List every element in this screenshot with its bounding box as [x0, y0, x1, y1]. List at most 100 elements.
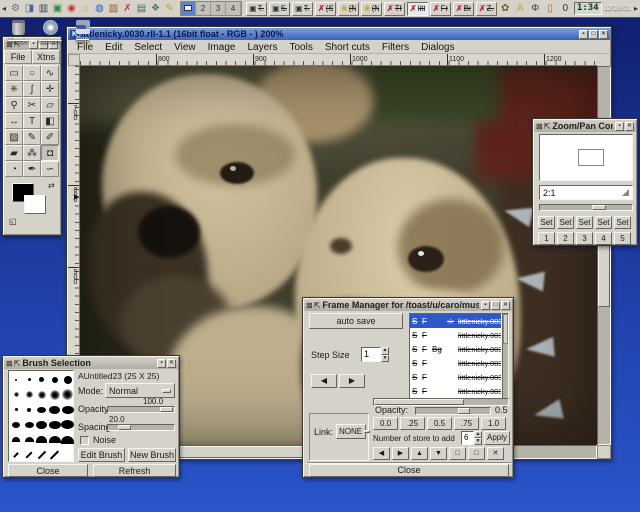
clone-tool[interactable]: ◘: [41, 145, 59, 161]
flip-tool[interactable]: ↔: [5, 113, 23, 129]
task-button[interactable]: ▣T...: [246, 2, 267, 16]
opacity-slider[interactable]: [415, 407, 491, 415]
brush-cell[interactable]: [23, 432, 36, 447]
frame-nav-button[interactable]: ▶: [392, 447, 409, 460]
zoom-preset-5[interactable]: 5: [614, 232, 631, 245]
pager-desktop-4[interactable]: 4: [226, 2, 241, 15]
bug-icon[interactable]: ✿: [499, 2, 512, 15]
brush-cell[interactable]: [10, 432, 23, 447]
brush-cell[interactable]: [48, 432, 61, 447]
close-button[interactable]: Close: [8, 464, 88, 477]
close-button[interactable]: ✕: [501, 301, 510, 310]
brush-cell[interactable]: [61, 432, 74, 447]
frame-step-button[interactable]: ◀: [311, 374, 337, 388]
set-button-4[interactable]: Set: [595, 216, 612, 229]
zoom-pan-titlebar[interactable]: ⊠⇱ Zoom/Pan Control ▪✕: [534, 120, 636, 132]
menu-select[interactable]: Select: [129, 42, 167, 53]
set-button-5[interactable]: Set: [614, 216, 631, 229]
refresh-button[interactable]: Refresh: [93, 464, 176, 477]
edit-brush-button[interactable]: Edit Brush: [78, 448, 125, 462]
window-list-icon[interactable]: ◨: [23, 2, 36, 15]
pager-desktop-1[interactable]: [181, 2, 196, 15]
frame-nav-button[interactable]: □: [468, 447, 485, 460]
task-button[interactable]: ✗Th...: [384, 2, 405, 16]
move-tool[interactable]: ✛: [41, 81, 59, 97]
paintbrush-tool[interactable]: ✐: [41, 129, 59, 145]
brush-cell[interactable]: [10, 372, 23, 387]
minimize-button[interactable]: ▪: [157, 359, 166, 368]
brush-cell[interactable]: [10, 447, 23, 462]
brush-cell[interactable]: [36, 447, 49, 462]
frame-row[interactable]: SF☆littlenicky.0030.rll: [410, 314, 501, 328]
pencil-tool[interactable]: ✎: [23, 129, 41, 145]
brush-cell[interactable]: [23, 387, 36, 402]
brush-cell[interactable]: [36, 372, 49, 387]
desktop-trash-icon[interactable]: Trash: [4, 20, 33, 45]
task-button[interactable]: ✗Br...: [453, 2, 474, 16]
menu-image[interactable]: Image: [203, 42, 241, 53]
maximize-button[interactable]: □: [589, 30, 598, 39]
store-count-input[interactable]: 6: [461, 431, 474, 445]
klipper-icon[interactable]: ▯: [544, 2, 557, 15]
opacity-preset-button[interactable]: 0.5: [427, 417, 452, 430]
frame-step-button[interactable]: ▶: [339, 374, 365, 388]
pin-icon[interactable]: ⇱: [544, 122, 551, 131]
konsole-icon[interactable]: ▥: [37, 2, 50, 15]
window-menu-icon[interactable]: ⊠: [306, 301, 313, 310]
zoom-preset-4[interactable]: 4: [595, 232, 612, 245]
eraser-tool[interactable]: ▰: [5, 145, 23, 161]
window-menu-icon[interactable]: ⊠: [6, 359, 13, 368]
slider-thumb[interactable]: [160, 407, 173, 412]
blur-tool[interactable]: ◔: [5, 161, 23, 177]
task-button[interactable]: ▣T...: [292, 2, 313, 16]
step-size-input[interactable]: 1: [361, 347, 381, 362]
opacity-preset-button[interactable]: 1.0: [481, 417, 506, 430]
cut-icon[interactable]: ✗: [121, 2, 134, 15]
ellipse-select-tool[interactable]: ○: [23, 65, 41, 81]
ink-tool[interactable]: ✒: [23, 161, 41, 177]
menu-view[interactable]: View: [169, 42, 201, 53]
help-icon[interactable]: ◉: [65, 2, 78, 15]
browser-icon[interactable]: ◍: [93, 2, 106, 15]
frame-nav-button[interactable]: □: [449, 447, 466, 460]
display-icon[interactable]: ▤: [135, 2, 148, 15]
brush-cell[interactable]: [10, 417, 23, 432]
brush-cell[interactable]: [48, 417, 61, 432]
zoom-preview[interactable]: [539, 134, 633, 181]
blend-tool[interactable]: ▨: [5, 129, 23, 145]
set-button-1[interactable]: Set: [538, 216, 555, 229]
slider-thumb[interactable]: [458, 408, 470, 414]
brush-cell[interactable]: [36, 387, 49, 402]
step-size-spinner[interactable]: ▲▼: [381, 347, 389, 362]
mode-option-menu[interactable]: Normal: [105, 383, 175, 398]
frame-row[interactable]: SFlittlenicky.0033.rll: [410, 356, 501, 370]
brush-cell[interactable]: [48, 447, 61, 462]
noise-checkbox[interactable]: [80, 436, 89, 445]
desktop-count[interactable]: 0: [559, 2, 572, 15]
frame-row[interactable]: SFlittlenicky.0031.rll: [410, 328, 501, 342]
smudge-tool[interactable]: ∽: [41, 161, 59, 177]
package-icon[interactable]: ▧: [107, 2, 120, 15]
frame-nav-button[interactable]: ▲: [411, 447, 428, 460]
slider-thumb[interactable]: [592, 205, 606, 210]
minimize-button[interactable]: ▪: [579, 30, 588, 39]
frame-row[interactable]: SFBglittlenicky.0032.rll: [410, 342, 501, 356]
task-button[interactable]: ✗Z...: [476, 2, 497, 16]
zoom-preset-3[interactable]: 3: [576, 232, 593, 245]
menu-edit[interactable]: Edit: [100, 42, 127, 53]
maximize-button[interactable]: □: [491, 301, 500, 310]
close-button[interactable]: ✕: [167, 359, 176, 368]
terminal-icon[interactable]: ▣: [51, 2, 64, 15]
brush-cell[interactable]: [48, 402, 61, 417]
opacity-preset-button[interactable]: .25: [400, 417, 425, 430]
frame-manager-titlebar[interactable]: ⊠⇱ Frame Manager for /toast/u/caro/muse/…: [304, 299, 512, 311]
brush-cell[interactable]: [23, 417, 36, 432]
brush-opacity-slider[interactable]: [107, 406, 175, 413]
task-button[interactable]: ✗Fr...: [430, 2, 451, 16]
pin-icon[interactable]: ⇱: [14, 359, 21, 368]
brush-cell[interactable]: [61, 372, 74, 387]
image-window-titlebar[interactable]: K littlenicky.0030.rll-1.1 (16bit float …: [68, 28, 610, 40]
set-button-2[interactable]: Set: [557, 216, 574, 229]
bucket-fill-tool[interactable]: ◧: [41, 113, 59, 129]
background-color-swatch[interactable]: [24, 195, 46, 214]
